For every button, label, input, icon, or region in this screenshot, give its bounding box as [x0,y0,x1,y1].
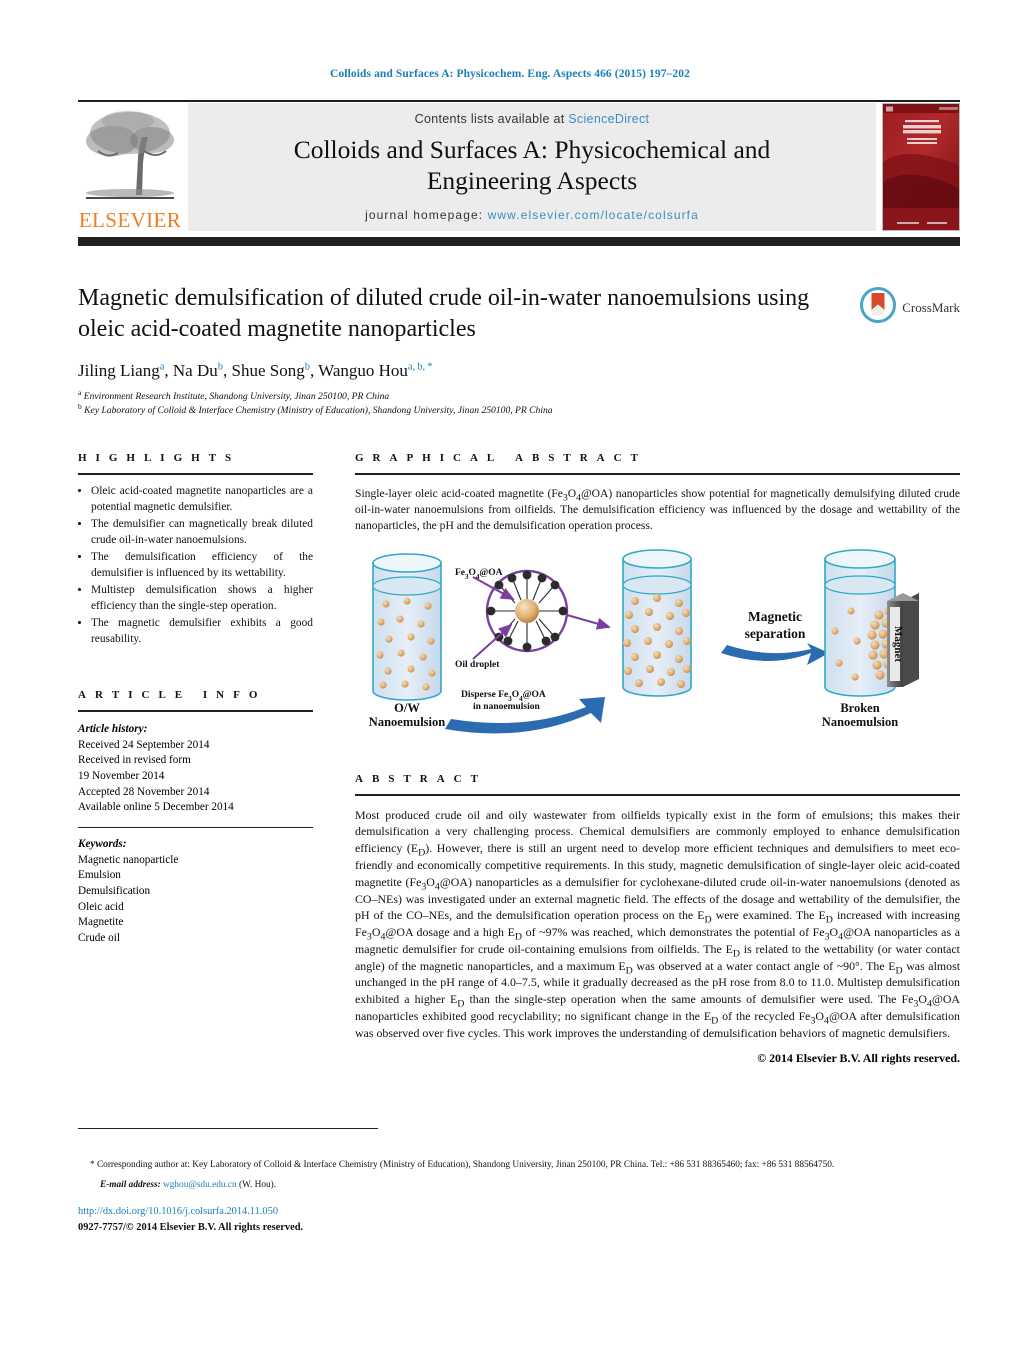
beaker-right: Magnet [824,548,919,697]
journal-title: Colloids and Surfaces A: Physicochemical… [294,135,771,195]
email-label: E-mail address: [100,1180,161,1191]
magnetic-separation-line2: separation [745,626,806,641]
history-item: Received in revised form [78,754,191,767]
beaker-left [372,552,442,701]
email-line: E-mail address: wghou@sdu.edu.cn (W. Hou… [78,1178,960,1192]
graphical-abstract-heading: G R A P H I C A L A B S T R A C T [355,452,642,464]
broken-nanoemulsion-caption-line2: Nanoemulsion [822,715,898,729]
keywords-divider [78,827,313,829]
broken-nanoemulsion-caption-line1: Broken [840,701,879,715]
history-item: 19 November 2014 [78,770,165,783]
list-item: The magnetic demulsifier exhibits a good… [91,616,313,647]
contents-prefix: Contents lists available at [414,112,569,127]
running-head: Colloids and Surfaces A: Physicochem. En… [330,68,690,80]
keyword-item: Crude oil [78,932,120,945]
graphical-abstract-rule [355,473,960,475]
article-info-rule [78,710,313,712]
issn-copyright-line: 0927-7757/© 2014 Elsevier B.V. All right… [78,1222,304,1234]
magnet-label: Magnet [892,626,904,662]
author-list: Jiling Lianga, Na Dub, Shue Songb, Wangu… [78,361,433,381]
journal-masthead: ELSEVIER Contents lists available at Sci… [78,100,960,246]
sciencedirect-link[interactable]: ScienceDirect [568,112,649,126]
ow-nanoemulsion-caption-line1: O/W [394,701,420,715]
keyword-item: Demulsification [78,885,151,898]
highlights-rule [78,473,313,475]
journal-cover-thumbnail [882,103,960,231]
keywords-label: Keywords: [78,838,127,851]
article-history-label: Article history: [78,723,148,735]
affiliation-b-marker: b [78,402,82,412]
disperse-label-line2: in nanoemulsion [473,702,541,712]
page-title: Magnetic demulsification of diluted crud… [78,285,810,343]
doi-link[interactable]: http://dx.doi.org/10.1016/j.colsurfa.201… [78,1204,960,1220]
affiliation-a-marker: a [78,388,82,398]
article-info-heading: A R T I C L E I N F O [78,689,261,701]
abstract-copyright: © 2014 Elsevier B.V. All rights reserved… [757,1050,960,1065]
abstract-text: Most produced crude oil and oily wastewa… [355,807,961,1040]
abstract-rule [355,793,960,796]
list-item: Multistep demulsification shows a higher… [91,583,313,614]
article-history-block: Article history: Received 24 September 2… [78,722,313,816]
page-footer: * Corresponding author at: Key Laborator… [78,1158,960,1236]
title-block: Magnetic demulsification of diluted crud… [78,283,960,418]
list-item: Oleic acid-coated magnetite nanoparticle… [91,484,313,515]
masthead-bottom-rule [78,237,960,246]
magnetic-separation-line1: Magnetic [748,609,802,624]
oil-droplet-label: Oil droplet [455,660,500,670]
ow-nanoemulsion-caption-line2: Nanoemulsion [369,715,445,729]
graphical-abstract-figure: O/W Nanoemulsion Fe3O4@OA Oil droplet Di… [355,548,960,737]
keyword-item: Magnetic nanoparticle [78,853,179,866]
list-item: The demulsifier can magnetically break d… [91,517,313,548]
history-item: Accepted 28 November 2014 [78,785,210,798]
micelle-diagram [472,569,611,660]
list-item: The demulsification efficiency of the de… [91,550,313,581]
paper-page: Colloids and Surfaces A: Physicochem. En… [0,0,1020,1351]
affiliation-a: a Environment Research Institute, Shando… [78,388,960,404]
right-column: G R A P H I C A L A B S T R A C T Single… [355,452,960,1066]
corresponding-author-note: * Corresponding author at: Key Laborator… [90,1160,835,1170]
elsevier-tree-icon [78,107,182,203]
keyword-item: Magnetite [78,916,124,929]
affiliation-list: a Environment Research Institute, Shando… [78,388,960,418]
beaker-middle [622,548,692,697]
journal-homepage-line: journal homepage: www.elsevier.com/locat… [365,208,699,222]
masthead-center: Contents lists available at ScienceDirec… [188,103,876,231]
abstract-heading: A B S T R A C T [355,772,482,785]
elsevier-logo: ELSEVIER [78,103,182,231]
email-link[interactable]: wghou@sdu.edu.cn [163,1180,237,1190]
masthead-top-rule [78,100,960,102]
keywords-block: Keywords: Magnetic nanoparticle Emulsion… [78,837,313,947]
highlights-list: Oleic acid-coated magnetite nanoparticle… [78,484,313,647]
affiliation-a-text: Environment Research Institute, Shandong… [83,391,390,403]
keyword-item: Oleic acid [78,900,124,913]
contents-lists-line: Contents lists available at ScienceDirec… [415,112,650,126]
affiliation-b-text: Key Laboratory of Colloid & Interface Ch… [84,405,553,417]
keyword-item: Emulsion [78,869,121,882]
history-item: Available online 5 December 2014 [78,801,234,814]
homepage-label: journal homepage: [365,207,488,222]
homepage-url-link[interactable]: www.elsevier.com/locate/colsurfa [488,208,699,222]
highlights-heading: H I G H L I G H T S [78,452,235,464]
journal-title-line2: Engineering Aspects [426,165,638,195]
crossmark-icon [860,287,897,328]
magnet-bar: Magnet [887,592,919,687]
process-arrow-2 [721,642,829,665]
journal-title-line1: Colloids and Surfaces A: Physicochemical… [293,135,771,165]
history-item: Received 24 September 2014 [78,738,210,751]
elsevier-wordmark: ELSEVIER [78,208,182,232]
crossmark-label: CrossMark [902,299,960,315]
fe3o4-oa-label: Fe3O4@OA [455,568,503,581]
graphical-abstract-text: Single-layer oleic acid-coated magnetite… [355,487,960,533]
crossmark-badge[interactable]: CrossMark [860,287,960,328]
left-column: H I G H L I G H T S Oleic acid-coated ma… [78,452,313,947]
email-owner: (W. Hou). [239,1180,277,1191]
affiliation-b: b Key Laboratory of Colloid & Interface … [78,402,960,418]
footnote-divider [78,1128,378,1129]
